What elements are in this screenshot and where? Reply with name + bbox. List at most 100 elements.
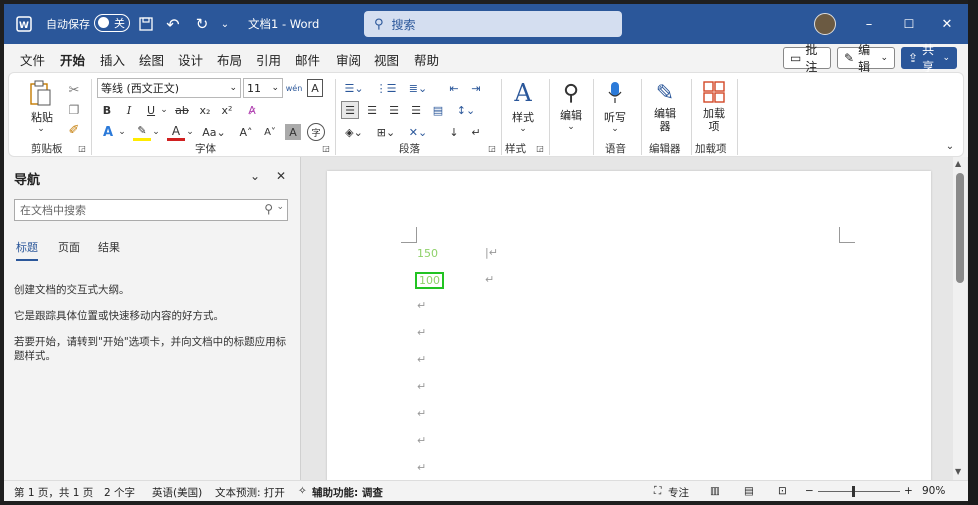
language-indicator[interactable]: 英语(美国) [152, 485, 202, 500]
redo-icon[interactable]: ↻ [192, 15, 212, 33]
microphone-icon[interactable] [605, 79, 625, 107]
dialog-launcher-icon[interactable]: ◲ [487, 143, 497, 153]
addins-label[interactable]: 加载项 [701, 107, 727, 133]
scroll-up-icon[interactable]: ▲ [955, 159, 961, 168]
copy-icon[interactable]: ❐ [65, 101, 83, 119]
sort-icon[interactable]: ↓ [445, 123, 463, 141]
undo-icon[interactable]: ↶ [162, 15, 184, 34]
nav-search-input[interactable]: 在文档中搜索 ⚲ ⌄ [14, 199, 288, 221]
show-marks-icon[interactable]: ↵ [467, 123, 485, 141]
collapse-ribbon-icon[interactable]: ⌄ [943, 139, 957, 153]
text-line-150[interactable]: 150 [417, 247, 438, 260]
nav-tab-results[interactable]: 结果 [98, 239, 120, 255]
phonetic-guide-icon[interactable]: wén [286, 78, 303, 98]
scrollbar-thumb[interactable] [956, 173, 964, 283]
text-effects-icon[interactable]: A [99, 123, 117, 141]
zoom-slider-thumb[interactable] [852, 486, 855, 497]
font-size-dropdown[interactable]: 11 ⌄ [243, 78, 283, 98]
chevron-down-icon[interactable]: ⌄ [276, 202, 284, 212]
zoom-slider[interactable] [818, 486, 900, 497]
editing-mode-button[interactable]: ✎ 编辑 ⌄ [837, 43, 895, 74]
vertical-scrollbar[interactable]: ▲ ▼ [953, 157, 967, 480]
line-spacing-icon[interactable]: ↕⌄ [453, 101, 479, 119]
tab-review[interactable]: 审阅 [336, 50, 361, 69]
share-button[interactable]: ⇪ 共享 ⌄ [901, 43, 957, 74]
search-icon[interactable]: ⚲ [264, 202, 273, 216]
chinese-layout-icon[interactable]: ✕⌄ [405, 123, 431, 141]
tab-file[interactable]: 文件 [20, 50, 45, 69]
font-name-dropdown[interactable]: 等线 (西文正文) ⌄ [97, 78, 241, 98]
bullets-icon[interactable]: ☰⌄ [341, 79, 367, 97]
font-color-icon[interactable]: A [167, 123, 185, 141]
chevron-down-icon[interactable]: ⌄ [609, 123, 621, 135]
scroll-down-icon[interactable]: ▼ [955, 467, 961, 476]
chevron-down-icon[interactable]: ⌄ [159, 101, 169, 119]
tab-references[interactable]: 引用 [256, 50, 281, 69]
tab-design[interactable]: 设计 [178, 50, 203, 69]
customize-toolbar-icon[interactable]: ⌄ [218, 15, 232, 33]
justify-icon[interactable]: ☰ [407, 101, 425, 119]
tab-mailings[interactable]: 邮件 [295, 50, 320, 69]
avatar[interactable] [814, 13, 836, 35]
print-layout-icon[interactable]: ▤ [744, 485, 754, 497]
close-icon[interactable]: ✕ [274, 169, 288, 183]
decrease-indent-icon[interactable]: ⇤ [445, 79, 463, 97]
shrink-font-icon[interactable]: A˅ [261, 123, 279, 141]
multilevel-list-icon[interactable]: ≣⌄ [405, 79, 431, 97]
accessibility-status[interactable]: 辅助功能: 调查 [312, 485, 383, 500]
change-case-icon[interactable]: Aa⌄ [201, 123, 227, 141]
borders-icon[interactable]: ⊞⌄ [373, 123, 399, 141]
bold-button[interactable]: B [99, 101, 115, 119]
tab-help[interactable]: 帮助 [414, 50, 439, 69]
minimize-button[interactable]: – [854, 14, 884, 34]
italic-button[interactable]: I [121, 101, 137, 119]
paste-icon[interactable] [25, 79, 55, 109]
clear-formatting-icon[interactable]: A̷ [243, 101, 261, 119]
web-layout-icon[interactable]: ⊡ [778, 485, 787, 497]
distributed-icon[interactable]: ▤ [429, 101, 447, 119]
text-line-100[interactable]: 100 [415, 272, 444, 289]
nav-tab-pages[interactable]: 页面 [58, 239, 80, 255]
focus-mode-button[interactable]: 专注 [668, 485, 689, 500]
editor-icon[interactable]: ✎ [651, 79, 679, 107]
find-icon[interactable]: ⚲ [557, 79, 585, 107]
align-center-icon[interactable]: ☰ [363, 101, 381, 119]
highlight-icon[interactable]: ✎ [133, 123, 151, 141]
shading-icon[interactable]: ◈⌄ [341, 123, 367, 141]
read-mode-icon[interactable]: ▥ [710, 485, 720, 497]
align-left-icon[interactable]: ☰ [341, 101, 359, 119]
grow-font-icon[interactable]: A˄ [237, 123, 255, 141]
chevron-down-icon[interactable]: ⌄ [151, 123, 161, 141]
addins-icon[interactable] [701, 79, 727, 105]
chevron-down-icon[interactable]: ⌄ [517, 123, 529, 135]
character-shading-icon[interactable]: A [285, 124, 301, 140]
character-border-icon[interactable]: A [307, 79, 323, 97]
superscript-button[interactable]: x² [219, 101, 235, 119]
zoom-out-button[interactable]: − [805, 485, 814, 497]
nav-tab-headings[interactable]: 标题 [16, 239, 38, 261]
format-painter-icon[interactable]: ✐ [65, 121, 83, 139]
search-box[interactable]: ⚲ 搜索 [364, 11, 622, 37]
autosave-toggle[interactable]: 关 [94, 14, 130, 32]
increase-indent-icon[interactable]: ⇥ [467, 79, 485, 97]
zoom-in-button[interactable]: + [904, 485, 913, 497]
comments-button[interactable]: ▭ 批注 [783, 43, 831, 74]
strikethrough-button[interactable]: ab [173, 101, 191, 119]
chevron-down-icon[interactable]: ⌄ [35, 123, 47, 135]
zoom-level[interactable]: 90% [922, 485, 945, 497]
chevron-down-icon[interactable]: ⌄ [185, 123, 195, 141]
maximize-button[interactable]: ☐ [894, 14, 924, 34]
dialog-launcher-icon[interactable]: ◲ [77, 143, 87, 153]
save-icon[interactable] [137, 15, 155, 33]
numbering-icon[interactable]: ⋮☰ [373, 79, 399, 97]
chevron-down-icon[interactable]: ⌄ [565, 121, 577, 133]
chevron-down-icon[interactable]: ⌄ [248, 169, 262, 183]
cut-icon[interactable]: ✂ [65, 81, 83, 99]
tab-insert[interactable]: 插入 [100, 50, 125, 69]
underline-button[interactable]: U [143, 101, 159, 119]
dialog-launcher-icon[interactable]: ◲ [535, 143, 545, 153]
page-count[interactable]: 第 1 页，共 1 页 [14, 485, 93, 500]
align-right-icon[interactable]: ☰ [385, 101, 403, 119]
enclose-characters-icon[interactable]: 字 [307, 123, 325, 141]
tab-layout[interactable]: 布局 [217, 50, 242, 69]
